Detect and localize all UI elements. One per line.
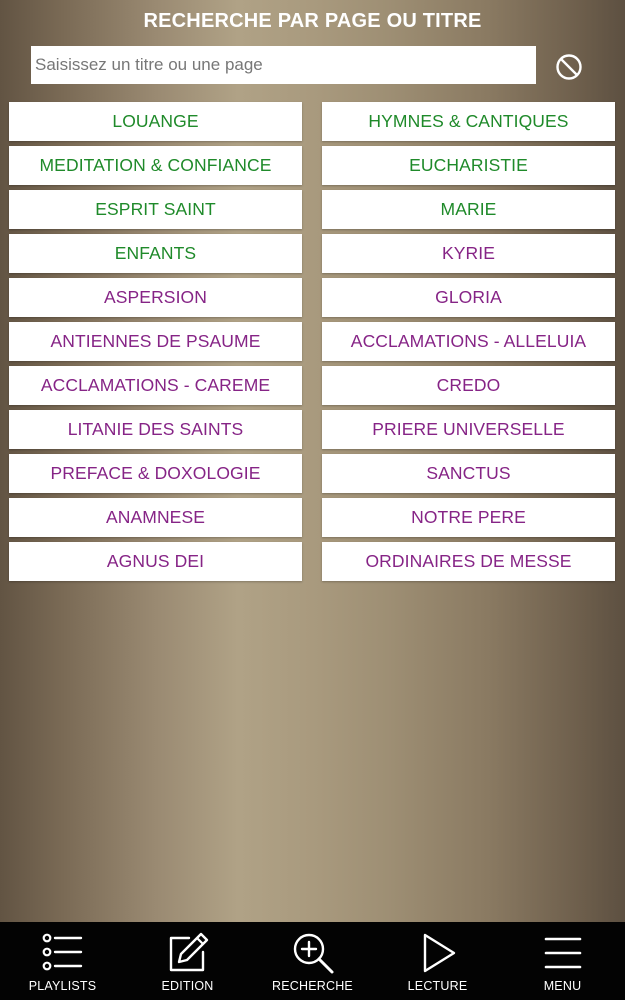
clear-search-button[interactable]: [554, 52, 584, 82]
page-title: RECHERCHE PAR PAGE OU TITRE: [143, 10, 482, 32]
category-priere-universelle[interactable]: PRIERE UNIVERSELLE: [322, 410, 615, 449]
play-icon: [423, 933, 455, 973]
category-eucharistie[interactable]: EUCHARISTIE: [322, 146, 615, 185]
search-input[interactable]: [31, 46, 536, 84]
list-icon: [42, 933, 82, 971]
category-aspersion[interactable]: ASPERSION: [9, 278, 302, 317]
category-kyrie[interactable]: KYRIE: [322, 234, 615, 273]
category-antiennes-de-psaume[interactable]: ANTIENNES DE PSAUME: [9, 322, 302, 361]
nav-lecture-label: LECTURE: [407, 979, 468, 993]
category-meditation-confiance[interactable]: MEDITATION & CONFIANCE: [9, 146, 302, 185]
nav-playlists-label: PLAYLISTS: [28, 979, 97, 993]
nav-playlists[interactable]: PLAYLISTS: [0, 922, 125, 1000]
category-hymnes-cantiques[interactable]: HYMNES & CANTIQUES: [322, 102, 615, 141]
category-grid: LOUANGE HYMNES & CANTIQUES MEDITATION & …: [9, 102, 615, 581]
category-enfants[interactable]: ENFANTS: [9, 234, 302, 273]
category-agnus-dei[interactable]: AGNUS DEI: [9, 542, 302, 581]
cancel-icon: [556, 54, 582, 80]
category-louange[interactable]: LOUANGE: [9, 102, 302, 141]
category-esprit-saint[interactable]: ESPRIT SAINT: [9, 190, 302, 229]
nav-lecture[interactable]: LECTURE: [375, 922, 500, 1000]
category-gloria[interactable]: GLORIA: [322, 278, 615, 317]
category-notre-pere[interactable]: NOTRE PERE: [322, 498, 615, 537]
edit-icon: [169, 932, 208, 972]
category-anamnese[interactable]: ANAMNESE: [9, 498, 302, 537]
category-litanie-des-saints[interactable]: LITANIE DES SAINTS: [9, 410, 302, 449]
category-sanctus[interactable]: SANCTUS: [322, 454, 615, 493]
category-marie[interactable]: MARIE: [322, 190, 615, 229]
hamburger-menu-icon: [544, 937, 581, 969]
nav-edition[interactable]: EDITION: [125, 922, 250, 1000]
category-acclamations-alleluia[interactable]: ACCLAMATIONS - ALLELUIA: [322, 322, 615, 361]
category-acclamations-careme[interactable]: ACCLAMATIONS - CAREME: [9, 366, 302, 405]
nav-menu[interactable]: MENU: [500, 922, 625, 1000]
category-credo[interactable]: CREDO: [322, 366, 615, 405]
nav-recherche-label: RECHERCHE: [272, 979, 353, 993]
bottom-navigation: PLAYLISTS EDITION RECHERCHE LECTURE MENU: [0, 922, 625, 1000]
zoom-in-icon: [293, 933, 333, 974]
nav-menu-label: MENU: [543, 979, 582, 993]
nav-recherche[interactable]: RECHERCHE: [250, 922, 375, 1000]
category-preface-doxologie[interactable]: PREFACE & DOXOLOGIE: [9, 454, 302, 493]
nav-edition-label: EDITION: [161, 979, 214, 993]
category-ordinaires-de-messe[interactable]: ORDINAIRES DE MESSE: [322, 542, 615, 581]
